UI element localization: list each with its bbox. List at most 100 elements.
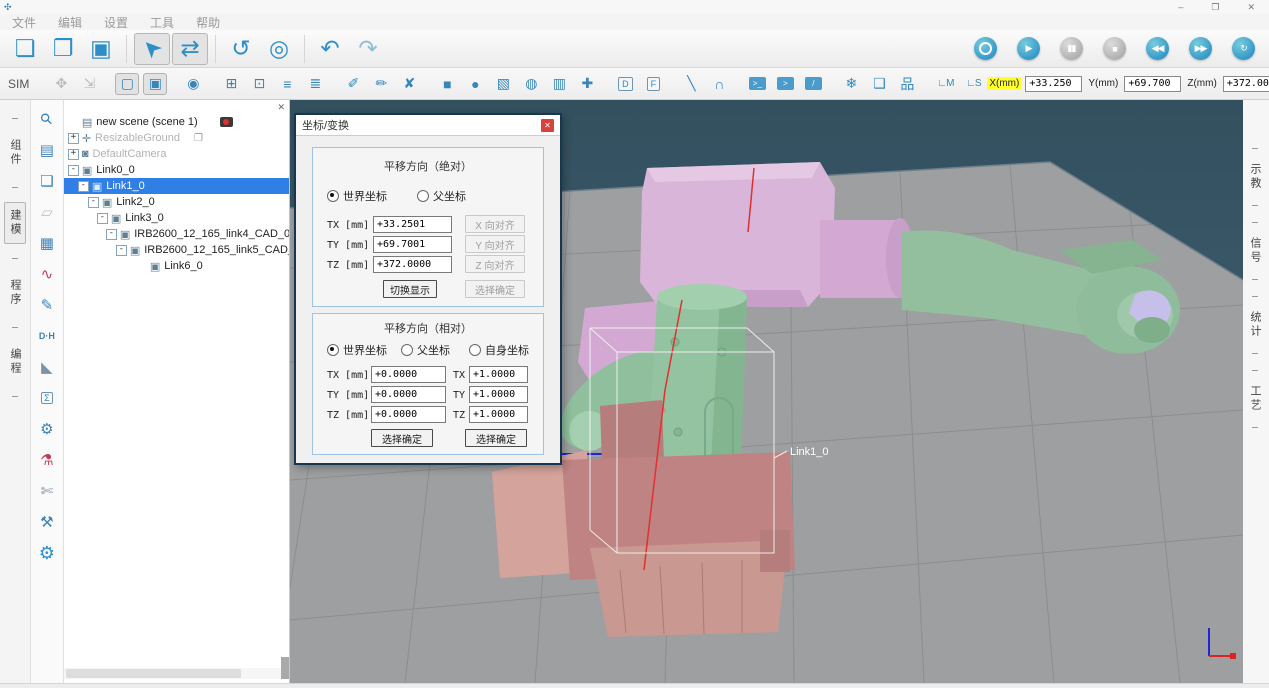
rotate-tool-button[interactable]: ↺ bbox=[223, 33, 259, 65]
save-button[interactable]: ▣ bbox=[83, 33, 119, 65]
tree-row-link6[interactable]: ▣ Link6_0 bbox=[64, 258, 289, 274]
tree-row-link2[interactable]: - ▣ Link2_0 bbox=[64, 194, 289, 210]
tree-row-ground[interactable]: + ✛ ResizableGround ❐ bbox=[64, 130, 289, 146]
script-editor-button[interactable]: / bbox=[801, 73, 825, 95]
record-button[interactable] bbox=[974, 37, 997, 60]
search-icon[interactable]: ⚲ bbox=[36, 108, 58, 130]
tz-rel-input[interactable] bbox=[371, 406, 446, 423]
chip-d-button[interactable]: D bbox=[613, 73, 637, 95]
tab-modeling[interactable]: 建模 bbox=[4, 202, 26, 244]
confirm-select-button-left[interactable]: 选择确定 bbox=[371, 429, 433, 447]
attach-pin-button[interactable]: ✐ bbox=[341, 73, 365, 95]
tab-components[interactable]: 组件 bbox=[5, 133, 25, 173]
z-coord-input[interactable] bbox=[1223, 76, 1269, 92]
tree-row-camera[interactable]: + ◙ DefaultCamera bbox=[64, 146, 289, 162]
tree-row-scene[interactable]: ▤ new scene (scene 1) bbox=[64, 114, 289, 130]
minimize-button[interactable]: – bbox=[1178, 2, 1183, 13]
self-coord-radio-rel[interactable]: 自身坐标 bbox=[469, 342, 529, 358]
parent-coord-radio-rel[interactable]: 父坐标 bbox=[401, 342, 450, 358]
expander[interactable]: - bbox=[106, 229, 117, 240]
menu-tools[interactable]: 工具 bbox=[150, 14, 174, 31]
sphere-primitive-button[interactable]: ◍ bbox=[519, 73, 543, 95]
visibility-button[interactable]: ◉ bbox=[181, 73, 205, 95]
node-graph-button[interactable]: 品 bbox=[895, 73, 919, 95]
wireframe-view-button[interactable]: ▢ bbox=[115, 73, 139, 95]
drawer-cabinet-icon[interactable]: ▦ bbox=[36, 232, 58, 254]
tree-row-link3[interactable]: - ▣ Link3_0 bbox=[64, 210, 289, 226]
list-sync-button[interactable]: ≣ bbox=[303, 73, 327, 95]
copy-sync-button[interactable]: ⊡ bbox=[247, 73, 271, 95]
point-add-button[interactable]: ✚ bbox=[575, 73, 599, 95]
horizontal-scrollbar[interactable] bbox=[64, 668, 289, 679]
fast-forward-button[interactable]: ▶▶ bbox=[1189, 37, 1212, 60]
y-align-button[interactable]: Y 向对齐 bbox=[465, 235, 525, 253]
confirm-select-button-right[interactable]: 选择确定 bbox=[465, 429, 527, 447]
expander[interactable]: - bbox=[97, 213, 108, 224]
maximize-button[interactable]: ❐ bbox=[1211, 2, 1219, 13]
tab-programming[interactable]: 编程 bbox=[5, 342, 25, 382]
z-align-button[interactable]: Z 向对齐 bbox=[465, 255, 525, 273]
rewind-button[interactable]: ◀◀ bbox=[1146, 37, 1169, 60]
menu-settings[interactable]: 设置 bbox=[104, 14, 128, 31]
robot-dh-icon[interactable]: D·H bbox=[36, 325, 58, 347]
protractor-icon[interactable]: ◣ bbox=[36, 356, 58, 378]
world-coord-radio[interactable]: 世界坐标 bbox=[327, 188, 387, 204]
shaded-view-button[interactable]: ▣ bbox=[143, 73, 167, 95]
tz-step-input[interactable] bbox=[469, 406, 528, 423]
tab-program[interactable]: 程序 bbox=[5, 273, 25, 313]
move-tool-button[interactable]: ✥ bbox=[49, 73, 73, 95]
panel-close-icon[interactable]: ✕ bbox=[278, 102, 286, 113]
world-coord-radio-rel[interactable]: 世界坐标 bbox=[327, 342, 387, 358]
tree-row-link5[interactable]: - ▣ IRB2600_12_165_link5_CAD_02_ bbox=[64, 242, 289, 258]
close-button[interactable]: ✕ bbox=[1247, 2, 1255, 13]
tree-row-link0[interactable]: - ▣ Link0_0 bbox=[64, 162, 289, 178]
vertical-scrollbar-thumb[interactable] bbox=[281, 657, 289, 679]
terminal-run-button[interactable]: >_ bbox=[745, 73, 769, 95]
record-chip-icon[interactable] bbox=[220, 117, 233, 127]
machine-config-icon[interactable]: ⚙ bbox=[36, 418, 58, 440]
x-coord-input[interactable] bbox=[1025, 76, 1082, 92]
axis-s-button[interactable]: ∟S bbox=[961, 73, 985, 95]
menu-edit[interactable]: 编辑 bbox=[58, 14, 82, 31]
layer-brush-icon[interactable]: ❏ bbox=[36, 170, 58, 192]
pause-button[interactable]: ▮▮ bbox=[1060, 37, 1083, 60]
square-primitive-button[interactable]: ■ bbox=[435, 73, 459, 95]
tx-abs-input[interactable] bbox=[373, 216, 452, 233]
x-align-button[interactable]: X 向对齐 bbox=[465, 215, 525, 233]
note-card-icon[interactable]: ▱ bbox=[36, 201, 58, 223]
tree-row-link1-selected[interactable]: - ▣ Link1_0 bbox=[64, 178, 289, 194]
redo-button[interactable]: ↷ bbox=[350, 33, 386, 65]
expander[interactable]: - bbox=[78, 181, 89, 192]
edit-program-icon[interactable]: ✎ bbox=[36, 294, 58, 316]
menu-help[interactable]: 帮助 bbox=[196, 14, 220, 31]
tx-rel-input[interactable] bbox=[371, 366, 446, 383]
focus-view-button[interactable]: ◎ bbox=[261, 33, 297, 65]
scrollbar-thumb[interactable] bbox=[66, 669, 241, 678]
tz-abs-input[interactable] bbox=[373, 256, 452, 273]
expander[interactable]: - bbox=[88, 197, 99, 208]
kinematics-icon[interactable]: ⚗ bbox=[36, 449, 58, 471]
ty-step-input[interactable] bbox=[469, 386, 528, 403]
menu-file[interactable]: 文件 bbox=[12, 14, 36, 31]
toggle-display-button[interactable]: 切换显示 bbox=[383, 280, 437, 298]
y-coord-input[interactable] bbox=[1124, 76, 1181, 92]
expander[interactable]: + bbox=[68, 133, 79, 144]
ty-abs-input[interactable] bbox=[373, 236, 452, 253]
axis-m-button[interactable]: ∟M bbox=[933, 73, 957, 95]
group-copy-button[interactable]: ❑ bbox=[867, 73, 891, 95]
tx-step-input[interactable] bbox=[469, 366, 528, 383]
tab-statistics[interactable]: 统计 bbox=[1245, 305, 1265, 345]
dialog-close-button[interactable]: ✕ bbox=[541, 119, 554, 132]
detach-button[interactable]: ✘ bbox=[397, 73, 421, 95]
parent-coord-radio[interactable]: 父坐标 bbox=[417, 188, 466, 204]
tools-icon[interactable]: ⚒ bbox=[36, 511, 58, 533]
scale-tool-button[interactable]: ⇲ bbox=[77, 73, 101, 95]
terminal-button[interactable]: > bbox=[773, 73, 797, 95]
chip-f-button[interactable]: F bbox=[641, 73, 665, 95]
confirm-select-button-abs[interactable]: 选择确定 bbox=[465, 280, 525, 298]
sigma-report-icon[interactable]: Σ bbox=[36, 387, 58, 409]
path-curve-icon[interactable]: ∿ bbox=[36, 263, 58, 285]
snowflake-button[interactable]: ❄ bbox=[839, 73, 863, 95]
lasso-select-icon[interactable]: ✄ bbox=[36, 480, 58, 502]
undo-button[interactable]: ↶ bbox=[312, 33, 348, 65]
